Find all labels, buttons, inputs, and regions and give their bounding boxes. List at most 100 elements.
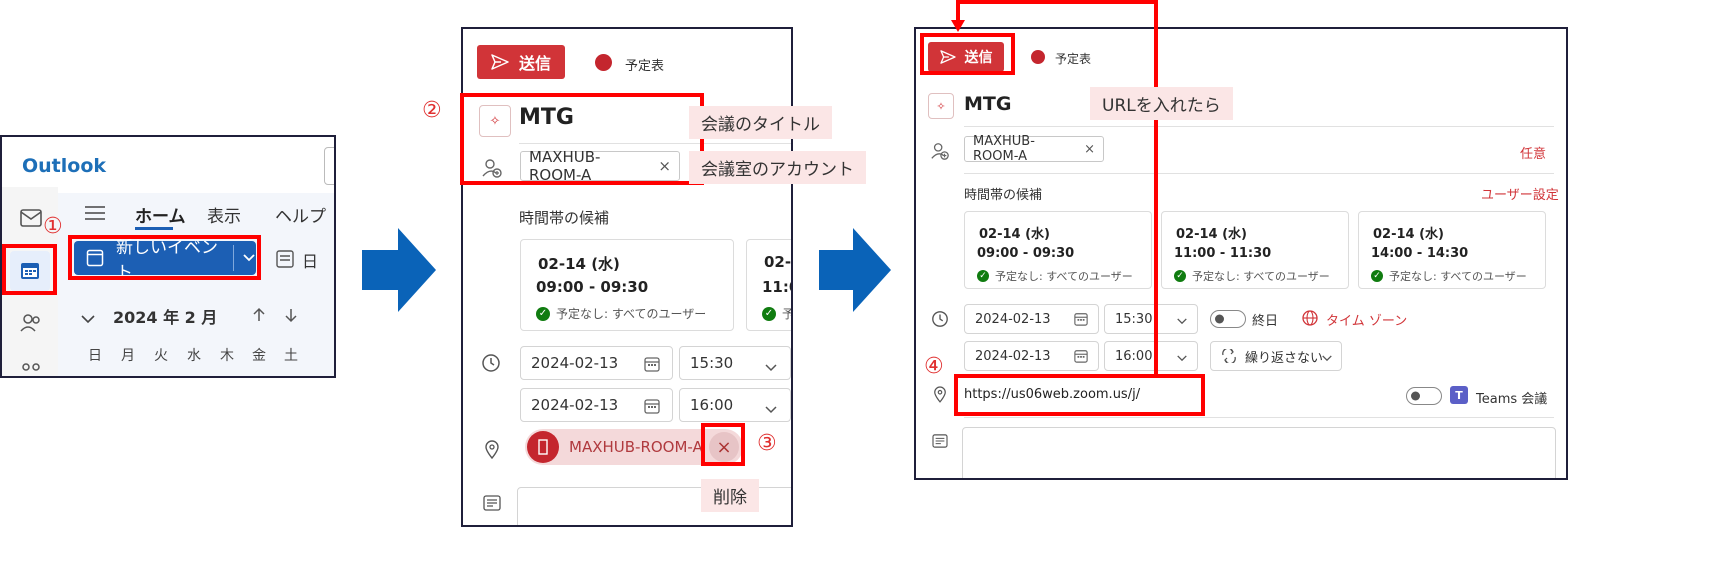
time-card-2[interactable]: 02-14 (水) 11:00 - 11:30 ✓ 予定なし: すべてのユーザー xyxy=(1161,211,1349,289)
end-time: 16:00 xyxy=(690,396,734,414)
all-day-label: 終日 xyxy=(1252,314,1279,329)
callout-meeting-title: 会議のタイトル xyxy=(689,106,832,139)
location-pin-icon xyxy=(933,385,947,407)
chevron-down-icon[interactable] xyxy=(1176,352,1188,367)
card-time: 09:00 - 09:30 xyxy=(536,278,649,296)
people-icon[interactable] xyxy=(19,313,43,337)
highlight-calendar-nav xyxy=(2,244,57,295)
collapse-chevron-icon[interactable] xyxy=(80,309,96,328)
globe-icon xyxy=(1302,310,1318,330)
card-time: 14:00 - 14:30 xyxy=(1371,246,1469,261)
highlight-remove-location xyxy=(701,423,745,466)
start-date-field[interactable]: 2024-02-13 xyxy=(520,346,673,380)
end-date: 2024-02-13 xyxy=(531,396,619,414)
hamburger-icon[interactable] xyxy=(85,205,105,225)
tab-home[interactable]: ホーム xyxy=(135,202,186,227)
time-card-1[interactable]: 02-14 (水) 09:00 - 09:30 ✓ 予定なし: すべてのユーザー xyxy=(520,239,734,331)
weekday-mon: 月 xyxy=(121,348,135,364)
time-card-2[interactable]: 02-1 11:00 ✓ 予 xyxy=(746,239,792,331)
user-settings-link[interactable]: ユーザー設定 xyxy=(1481,184,1559,203)
step-2-marker: ② xyxy=(422,98,442,123)
tab-help[interactable]: ヘルプ xyxy=(275,202,326,227)
card-date: 02-14 (水) xyxy=(1176,227,1247,242)
prev-month-arrow-icon[interactable] xyxy=(252,307,266,327)
end-time-field[interactable]: 16:00 xyxy=(679,388,791,422)
view-selector[interactable]: 日 xyxy=(302,248,318,272)
search-box-edge[interactable] xyxy=(324,147,334,185)
room-icon xyxy=(527,431,559,463)
check-icon: ✓ xyxy=(1371,270,1383,282)
teams-icon: T xyxy=(1450,386,1468,404)
check-icon: ✓ xyxy=(1174,270,1186,282)
next-month-arrow-icon[interactable] xyxy=(284,307,298,327)
all-day-toggle[interactable] xyxy=(1210,310,1246,328)
check-icon: ✓ xyxy=(762,306,776,321)
start-time: 15:30 xyxy=(690,354,734,372)
step-3-marker: ③ xyxy=(757,431,777,456)
card-status-text: 予定なし: すべてのユーザー xyxy=(1192,270,1330,283)
chevron-down-icon[interactable] xyxy=(764,401,778,419)
location-pin-icon xyxy=(484,439,500,463)
check-icon: ✓ xyxy=(536,306,550,321)
chevron-down-icon[interactable] xyxy=(764,359,778,377)
flow-arrow-1 xyxy=(362,228,436,312)
tab-home-underline xyxy=(135,227,173,230)
step-4-marker: ④ xyxy=(924,354,944,379)
date-picker-icon[interactable] xyxy=(644,356,660,376)
timezone-link[interactable]: タイム ゾーン xyxy=(1326,310,1407,329)
calendar-name[interactable]: 予定表 xyxy=(625,55,664,74)
highlight-location-url xyxy=(954,374,1205,416)
calendar-color-dot xyxy=(595,54,612,71)
flow-arrow-2 xyxy=(819,228,891,312)
weekday-fri: 金 xyxy=(252,348,266,364)
weekday-thu: 木 xyxy=(220,348,234,364)
end-date-field[interactable]: 2024-02-13 xyxy=(520,388,673,422)
teams-meeting-toggle[interactable] xyxy=(1406,387,1442,405)
callout-after-url: URLを入れたら xyxy=(1090,87,1233,120)
chevron-down-icon[interactable] xyxy=(1176,315,1188,330)
chevron-down-icon[interactable] xyxy=(1321,352,1333,367)
notes-icon xyxy=(932,433,948,452)
card-date: 02-1 xyxy=(764,253,792,271)
send-icon xyxy=(491,54,509,70)
groups-icon[interactable] xyxy=(19,361,43,376)
card-time: 11:00 xyxy=(762,278,791,296)
notes-field[interactable] xyxy=(962,427,1556,478)
day-view-icon[interactable] xyxy=(276,250,294,272)
card-status: ✓ 予定なし: すべてのユーザー xyxy=(1371,268,1527,284)
tab-view[interactable]: 表示 xyxy=(207,202,241,227)
weekday-tue: 火 xyxy=(154,348,168,364)
card-status: ✓ 予 xyxy=(762,305,791,322)
weekday-sat: 土 xyxy=(284,348,298,364)
send-button[interactable]: 送信 xyxy=(477,45,565,79)
notes-icon xyxy=(483,495,501,515)
start-date: 2024-02-13 xyxy=(531,354,619,372)
repeat-label: 繰り返さない xyxy=(1245,350,1324,366)
time-card-3[interactable]: 02-14 (水) 14:00 - 14:30 ✓ 予定なし: すべてのユーザー xyxy=(1358,211,1546,289)
weekday-wed: 水 xyxy=(187,348,201,364)
highlight-new-event xyxy=(68,235,261,280)
card-date: 02-14 (水) xyxy=(1373,227,1444,242)
app-title: Outlook xyxy=(22,155,107,177)
location-room-name: MAXHUB-ROOM-A xyxy=(569,438,703,456)
repeat-dropdown[interactable]: 繰り返さない xyxy=(1210,341,1342,371)
callout-delete: 削除 xyxy=(701,479,759,512)
optional-attendees-link[interactable]: 任意 xyxy=(1520,143,1546,162)
date-picker-icon[interactable] xyxy=(644,398,660,418)
connector-arrow xyxy=(951,0,1158,376)
repeat-icon xyxy=(1221,349,1237,363)
start-time-field[interactable]: 15:30 xyxy=(679,346,791,380)
mail-icon[interactable] xyxy=(20,209,42,231)
card-time: 11:00 - 11:30 xyxy=(1174,246,1272,261)
weekday-sun: 日 xyxy=(88,348,102,364)
callout-room-account: 会議室のアカウント xyxy=(689,151,866,184)
divider xyxy=(964,417,1554,418)
card-status: ✓ 予定なし: すべてのユーザー xyxy=(536,305,706,322)
clock-icon xyxy=(481,353,501,377)
add-attendee-icon[interactable] xyxy=(930,141,950,165)
step-1-marker: ① xyxy=(43,214,63,239)
card-status: ✓ 予定なし: すべてのユーザー xyxy=(1174,268,1330,284)
card-date: 02-14 (水) xyxy=(538,255,620,273)
teams-meeting-label: Teams 会議 xyxy=(1476,392,1548,407)
card-status-text: 予定なし: すべてのユーザー xyxy=(556,307,707,321)
